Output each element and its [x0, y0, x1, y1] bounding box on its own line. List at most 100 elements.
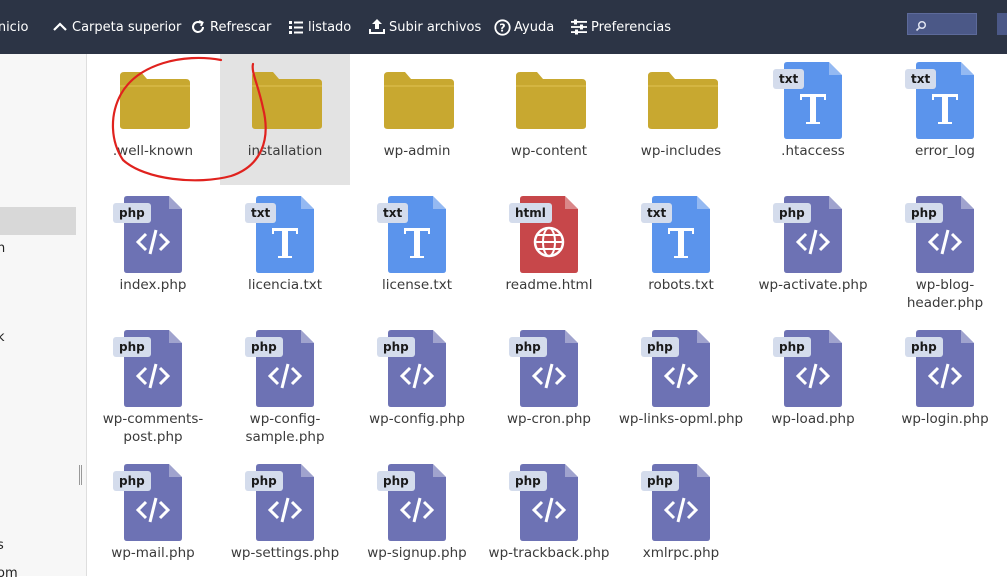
file-item[interactable]: php wp-comments-post.php	[88, 322, 218, 446]
file-name: error_log	[914, 143, 975, 159]
file-name: wp-comments-post.php	[102, 411, 204, 445]
file-item[interactable]: txt .htaccess	[748, 54, 878, 160]
file-name: .htaccess	[781, 143, 845, 159]
file-name: wp-includes	[640, 143, 722, 159]
file-item[interactable]: php wp-activate.php	[748, 188, 878, 294]
file-item[interactable]: php wp-login.php	[880, 322, 1007, 428]
home-button[interactable]: Inicio	[0, 0, 28, 54]
file-type-badge: php	[509, 337, 547, 357]
file-type-badge: php	[905, 337, 943, 357]
parent-folder-button[interactable]: Carpeta superior	[51, 0, 181, 54]
sidebar-resize-handle[interactable]	[79, 465, 82, 485]
file-name: wp-login.php	[901, 411, 989, 427]
txt-file-icon: txt	[377, 196, 457, 274]
file-type-badge: txt	[377, 203, 409, 223]
file-name: wp-signup.php	[367, 545, 467, 561]
search-icon	[915, 17, 927, 36]
file-type-badge: txt	[641, 203, 673, 223]
toolbar-label-help: Ayuda	[514, 19, 555, 35]
chevron-up-icon	[51, 18, 69, 36]
php-file-icon: php	[905, 330, 985, 408]
sidebar-item-fragment[interactable]: s	[0, 538, 4, 553]
file-name: license.txt	[382, 277, 452, 293]
php-file-icon: php	[509, 464, 589, 542]
file-name: xmlrpc.php	[642, 545, 720, 561]
file-item[interactable]: php wp-links-opml.php	[616, 322, 746, 428]
search-input[interactable]	[907, 13, 977, 35]
folder-item[interactable]: wp-content	[484, 54, 614, 160]
file-type-badge: php	[377, 471, 415, 491]
preferences-button[interactable]: Preferencias	[570, 0, 671, 54]
file-name: wp-mail.php	[111, 545, 195, 561]
php-file-icon: php	[377, 330, 457, 408]
file-type-badge: php	[905, 203, 943, 223]
file-type-badge: php	[113, 337, 151, 357]
refresh-icon	[189, 18, 207, 36]
file-item[interactable]: php wp-signup.php	[352, 456, 482, 562]
file-type-badge: txt	[905, 69, 937, 89]
file-item[interactable]: php wp-load.php	[748, 322, 878, 428]
sidebar-item-fragment[interactable]: n	[0, 241, 5, 256]
toolbar-label-home: Inicio	[0, 19, 29, 35]
file-name: wp-links-opml.php	[618, 411, 744, 427]
file-type-badge: php	[641, 337, 679, 357]
list-view-button[interactable]: listado	[287, 0, 351, 54]
file-type-badge: php	[113, 203, 151, 223]
folder-icon	[641, 62, 721, 140]
file-type-badge: php	[773, 203, 811, 223]
file-item[interactable]: php wp-cron.php	[484, 322, 614, 428]
file-name: wp-config.php	[369, 411, 465, 427]
file-item[interactable]: php wp-config-sample.php	[220, 322, 350, 446]
folder-item[interactable]: wp-admin	[352, 54, 482, 160]
upload-button[interactable]: Subir archivos	[368, 0, 481, 54]
folder-item[interactable]: wp-includes	[616, 54, 746, 160]
toolbar-label-parent: Carpeta superior	[72, 19, 182, 35]
toolbar: Inicio Carpeta superior Refrescar listad…	[0, 0, 1007, 54]
file-item[interactable]: php wp-trackback.php	[484, 456, 614, 562]
php-file-icon: php	[905, 196, 985, 274]
toolbar-label-preferences: Preferencias	[591, 19, 672, 35]
file-name: index.php	[119, 277, 187, 293]
php-file-icon: php	[113, 464, 193, 542]
toolbar-label-list: listado	[308, 19, 352, 35]
annotation-circle	[111, 56, 267, 182]
toolbar-label-refresh: Refrescar	[210, 19, 272, 35]
php-file-icon: php	[377, 464, 457, 542]
file-type-badge: php	[245, 337, 283, 357]
file-item[interactable]: txt robots.txt	[616, 188, 746, 294]
php-file-icon: php	[641, 330, 721, 408]
file-name: wp-admin	[383, 143, 451, 159]
file-item[interactable]: txt error_log	[880, 54, 1007, 160]
file-type-badge: php	[773, 337, 811, 357]
txt-file-icon: txt	[245, 196, 325, 274]
txt-file-icon: txt	[773, 62, 853, 140]
file-name: readme.html	[505, 277, 593, 293]
file-item[interactable]: php wp-blog-header.php	[880, 188, 1007, 312]
sidebar-selected-item[interactable]	[0, 207, 76, 235]
txt-file-icon: txt	[905, 62, 985, 140]
folder-icon	[377, 62, 457, 140]
file-name: wp-activate.php	[758, 277, 868, 293]
php-file-icon: php	[245, 464, 325, 542]
refresh-button[interactable]: Refrescar	[189, 0, 271, 54]
sidebar-item-fragment[interactable]: om	[0, 566, 18, 581]
file-item[interactable]: php xmlrpc.php	[616, 456, 746, 562]
file-item[interactable]: txt licencia.txt	[220, 188, 350, 294]
file-item[interactable]: php wp-config.php	[352, 322, 482, 428]
help-button[interactable]: ? Ayuda	[493, 0, 554, 54]
file-name: wp-blog-header.php	[906, 277, 984, 311]
toolbar-label-upload: Subir archivos	[389, 19, 482, 35]
file-item[interactable]: php wp-mail.php	[88, 456, 218, 562]
php-file-icon: php	[509, 330, 589, 408]
toolbar-overflow-button[interactable]	[997, 13, 1007, 35]
file-item[interactable]: html readme.html	[484, 188, 614, 294]
file-item[interactable]: txt license.txt	[352, 188, 482, 294]
file-item[interactable]: php wp-settings.php	[220, 456, 350, 562]
file-type-badge: php	[509, 471, 547, 491]
sidebar-item-fragment[interactable]: k	[0, 330, 5, 345]
file-name: wp-content	[510, 143, 588, 159]
file-type-badge: html	[509, 203, 552, 223]
file-item[interactable]: php index.php	[88, 188, 218, 294]
file-name: wp-load.php	[771, 411, 855, 427]
file-type-badge: php	[113, 471, 151, 491]
